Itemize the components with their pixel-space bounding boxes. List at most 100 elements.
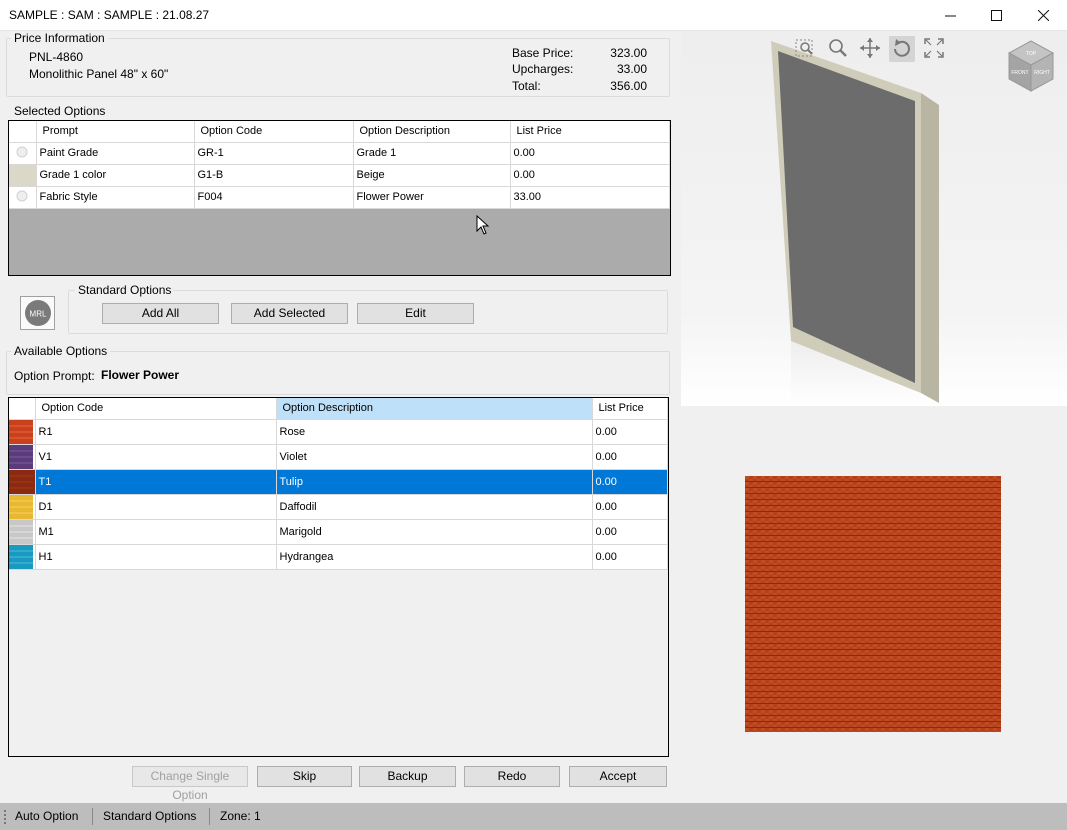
window-title: SAMPLE : SAM : SAMPLE : 21.08.27 (9, 8, 210, 22)
total-label: Total: (512, 79, 541, 93)
maximize-button[interactable] (973, 0, 1019, 31)
fabric-swatch-rose (9, 419, 33, 444)
backup-button[interactable]: Backup (359, 766, 456, 787)
table-row[interactable]: V1 Violet 0.00 (9, 444, 668, 470)
selected-options-label: Selected Options (11, 104, 109, 118)
redo-button[interactable]: Redo (464, 766, 560, 787)
option-prompt-value: Flower Power (101, 368, 180, 382)
status-standard-options: Standard Options (103, 809, 197, 823)
swatch-cell (9, 186, 37, 209)
base-price-label: Base Price: (512, 46, 574, 60)
edit-button[interactable]: Edit (357, 303, 474, 324)
column-header-option-description[interactable]: Option Description (353, 121, 511, 143)
available-options-grid[interactable]: Option Code Option Description List Pric… (8, 397, 669, 757)
description-cell: Daffodil (276, 494, 593, 520)
prompt-cell: Grade 1 color (36, 164, 195, 187)
fabric-texture-image (745, 476, 1001, 732)
table-row[interactable]: Fabric Style F004 Flower Power 33.00 (9, 186, 670, 209)
code-cell: F004 (194, 186, 354, 209)
panel-3d-render: TOP FRONT RIGHT (681, 31, 1067, 406)
code-cell: R1 (35, 419, 277, 445)
table-row[interactable]: Grade 1 color G1-B Beige 0.00 (9, 164, 670, 187)
total-value: 356.00 (610, 79, 647, 93)
table-row[interactable]: D1 Daffodil 0.00 (9, 494, 668, 520)
price-cell: 0.00 (592, 544, 668, 570)
add-selected-button[interactable]: Add Selected (231, 303, 348, 324)
price-cell: 0.00 (592, 494, 668, 520)
upcharges-value: 33.00 (616, 62, 647, 76)
skip-button[interactable]: Skip (257, 766, 352, 787)
table-row[interactable]: H1 Hydrangea 0.00 (9, 544, 668, 570)
maximize-icon (990, 10, 1002, 21)
close-icon (1037, 10, 1049, 21)
close-button[interactable] (1020, 0, 1066, 31)
table-row-selected[interactable]: T1 Tulip 0.00 (9, 469, 668, 495)
fabric-swatch-daffodil (9, 494, 33, 519)
fabric-swatch-tulip (9, 469, 33, 494)
swatch-cell (9, 164, 37, 187)
code-cell: D1 (35, 494, 277, 520)
prompt-cell: Paint Grade (36, 142, 195, 165)
price-cell: 0.00 (592, 469, 668, 495)
swatch-cell (9, 519, 36, 545)
code-cell: GR-1 (194, 142, 354, 165)
prompt-cell: Fabric Style (36, 186, 195, 209)
mouse-cursor-icon (476, 215, 490, 235)
table-row[interactable]: R1 Rose 0.00 (9, 419, 668, 445)
description-cell: Beige (353, 164, 511, 187)
selected-options-grid[interactable]: Prompt Option Code Option Description Li… (8, 120, 671, 276)
price-cell: 33.00 (510, 186, 670, 209)
option-prompt-label: Option Prompt: (14, 369, 95, 383)
title-bar: SAMPLE : SAM : SAMPLE : 21.08.27 (0, 0, 1067, 31)
price-cell: 0.00 (592, 419, 668, 445)
description-cell: Flower Power (353, 186, 511, 209)
available-options-header: Option Code Option Description List Pric… (9, 398, 668, 420)
table-row[interactable]: Paint Grade GR-1 Grade 1 0.00 (9, 142, 670, 165)
column-header-list-price[interactable]: List Price (592, 398, 668, 420)
column-header-option-code[interactable]: Option Code (194, 121, 354, 143)
description-cell: Tulip (276, 469, 593, 495)
code-cell: T1 (35, 469, 277, 495)
fabric-swatch-hydrangea (9, 544, 33, 569)
accept-button[interactable]: Accept (569, 766, 667, 787)
3d-viewer[interactable]: TOP FRONT RIGHT (681, 31, 1067, 406)
fabric-swatch-violet (9, 444, 33, 469)
paint-grade-icon (16, 146, 28, 157)
part-description: Monolithic Panel 48" x 60" (29, 67, 169, 81)
swatch-cell (9, 544, 36, 570)
column-header-option-code[interactable]: Option Code (35, 398, 277, 420)
description-cell: Grade 1 (353, 142, 511, 165)
base-price-value: 323.00 (610, 46, 647, 60)
view-cube-right: RIGHT (1034, 70, 1050, 76)
swatch-cell (9, 494, 36, 520)
column-header-list-price[interactable]: List Price (510, 121, 670, 143)
available-options-label: Available Options (11, 344, 111, 358)
swatch-cell (9, 444, 36, 470)
status-auto-option: Auto Option (15, 809, 79, 823)
description-cell: Rose (276, 419, 593, 445)
column-header-prompt[interactable]: Prompt (36, 121, 195, 143)
code-cell: M1 (35, 519, 277, 545)
description-cell: Violet (276, 444, 593, 470)
change-single-option-button[interactable]: Change Single Option (132, 766, 248, 802)
fabric-style-icon (16, 190, 28, 201)
upcharges-label: Upcharges: (512, 62, 574, 76)
part-number: PNL-4860 (29, 50, 84, 64)
view-cube-top: TOP (1026, 51, 1037, 57)
swatch-cell (9, 419, 36, 445)
fabric-swatch-marigold (9, 519, 33, 544)
swatch-cell (9, 469, 36, 495)
mrl-logo-text: MRL (29, 310, 46, 319)
column-header-option-description[interactable]: Option Description (276, 398, 593, 420)
grip-icon (4, 810, 6, 824)
price-cell: 0.00 (510, 164, 670, 187)
add-all-button[interactable]: Add All (102, 303, 219, 324)
swatch-cell (9, 142, 37, 165)
minimize-button[interactable] (927, 0, 973, 31)
price-cell: 0.00 (510, 142, 670, 165)
manufacturer-logo[interactable]: MRL (20, 296, 55, 330)
description-cell: Marigold (276, 519, 593, 545)
selected-options-header: Prompt Option Code Option Description Li… (9, 121, 670, 143)
table-row[interactable]: M1 Marigold 0.00 (9, 519, 668, 545)
status-bar: Auto Option Standard Options Zone: 1 (0, 803, 1067, 830)
